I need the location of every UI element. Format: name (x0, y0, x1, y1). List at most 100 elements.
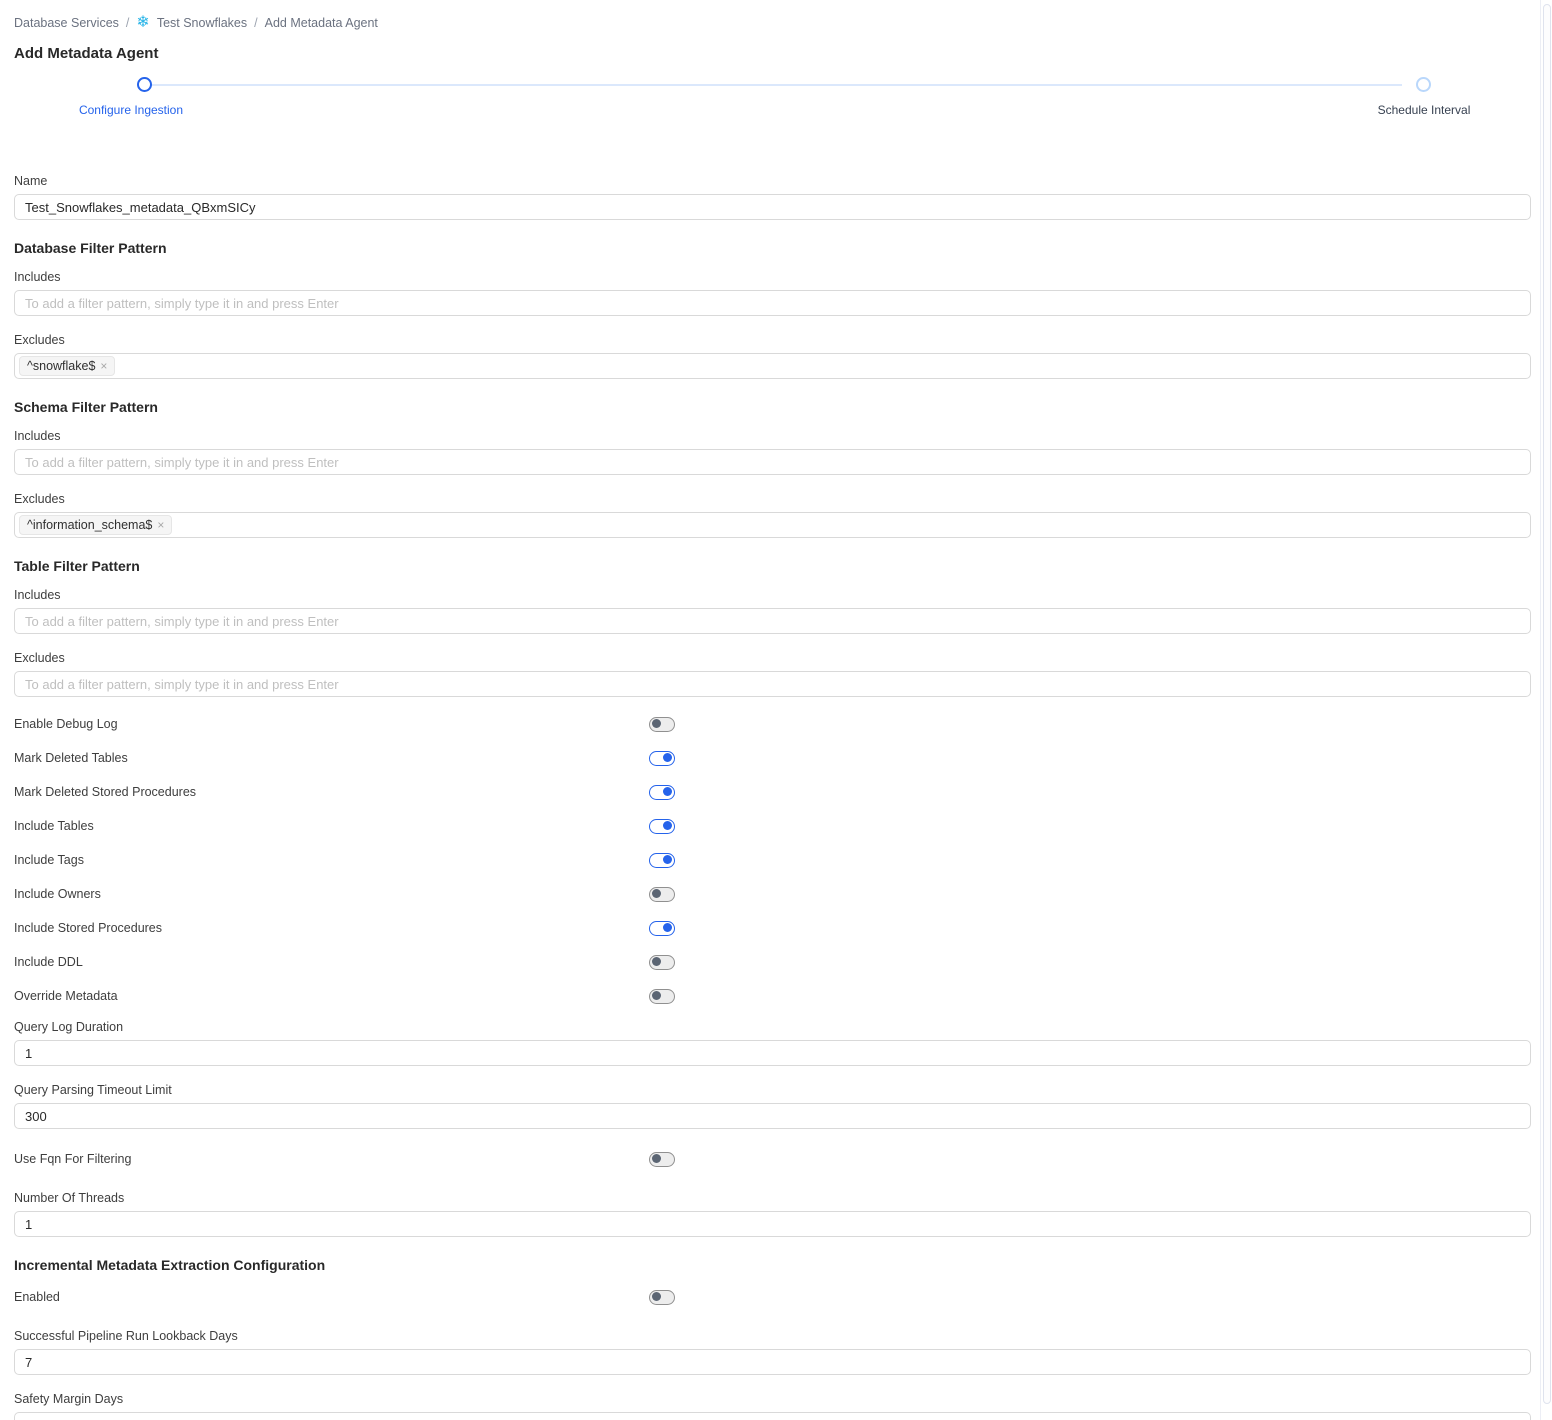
schema-includes-input[interactable] (14, 449, 1531, 475)
include-ddl-label: Include DDL (14, 955, 83, 969)
filter-chip: ^snowflake$ × (19, 356, 116, 376)
include-tags-label: Include Tags (14, 853, 84, 867)
table-excludes-label: Excludes (14, 651, 65, 665)
scrollbar-thumb[interactable] (1543, 4, 1551, 1404)
table-includes-label: Includes (14, 588, 61, 602)
include-tags-row: Include Tags (14, 850, 1531, 870)
boolean-options-block: Enable Debug Log Mark Deleted Tables Mar… (14, 714, 1531, 1006)
enable-debug-log-row: Enable Debug Log (14, 714, 1531, 734)
mark-deleted-tables-toggle[interactable] (649, 750, 675, 766)
step-configure-ingestion-label: Configure Ingestion (78, 103, 184, 117)
number-of-threads-group: Number Of Threads (14, 1191, 1531, 1237)
step-schedule-interval-label: Schedule Interval (1377, 103, 1471, 117)
table-includes-input[interactable] (14, 608, 1531, 634)
include-stored-procedures-row: Include Stored Procedures (14, 918, 1531, 938)
metadata-agent-form: Name Database Filter Pattern Includes Ex… (14, 174, 1531, 1420)
schema-includes-group: Includes (14, 429, 1531, 475)
table-excludes-input[interactable] (14, 671, 1531, 697)
mark-deleted-stored-procedures-row: Mark Deleted Stored Procedures (14, 782, 1531, 802)
database-excludes-label: Excludes (14, 333, 65, 347)
toggle-knob (663, 753, 672, 762)
query-parsing-timeout-group: Query Parsing Timeout Limit (14, 1083, 1531, 1129)
table-filter-pattern-heading: Table Filter Pattern (14, 558, 140, 574)
query-log-duration-group: Query Log Duration (14, 1020, 1531, 1066)
database-excludes-input[interactable]: ^snowflake$ × (14, 353, 1531, 379)
safety-margin-days-label: Safety Margin Days (14, 1392, 124, 1406)
query-log-duration-label: Query Log Duration (14, 1020, 124, 1034)
add-metadata-agent-page: Database Services / ❄ Test Snowflakes / … (0, 0, 1552, 1420)
remove-chip-icon[interactable]: × (157, 519, 164, 531)
toggle-knob (652, 1292, 661, 1301)
breadcrumb-separator: / (254, 16, 258, 30)
safety-margin-days-input[interactable] (14, 1412, 1531, 1420)
include-stored-procedures-toggle[interactable] (649, 920, 675, 936)
toggle-knob (652, 957, 661, 966)
number-of-threads-label: Number Of Threads (14, 1191, 125, 1205)
query-log-duration-input[interactable] (14, 1040, 1531, 1066)
enable-debug-log-toggle[interactable] (649, 716, 675, 732)
schema-filter-pattern-heading: Schema Filter Pattern (14, 399, 158, 415)
schema-excludes-input[interactable]: ^information_schema$ × (14, 512, 1531, 538)
lookback-days-group: Successful Pipeline Run Lookback Days (14, 1329, 1531, 1375)
include-ddl-row: Include DDL (14, 952, 1531, 972)
incremental-extraction-heading: Incremental Metadata Extraction Configur… (14, 1257, 326, 1273)
name-label: Name (14, 174, 48, 188)
include-ddl-toggle[interactable] (649, 954, 675, 970)
toggle-knob (652, 719, 661, 728)
lookback-days-label: Successful Pipeline Run Lookback Days (14, 1329, 238, 1343)
scrollbar-track (1540, 0, 1552, 1420)
override-metadata-toggle[interactable] (649, 988, 675, 1004)
schema-excludes-group: Excludes ^information_schema$ × (14, 492, 1531, 538)
toggle-knob (652, 889, 661, 898)
page-title: Add Metadata Agent (14, 45, 159, 62)
override-metadata-row: Override Metadata (14, 986, 1531, 1006)
filter-chip-text: ^snowflake$ (27, 359, 96, 373)
query-parsing-timeout-input[interactable] (14, 1103, 1531, 1129)
incremental-enabled-toggle[interactable] (649, 1289, 675, 1305)
breadcrumb-separator: / (125, 16, 130, 30)
wizard-stepper: Configure Ingestion Schedule Interval (14, 71, 1531, 119)
enable-debug-log-label: Enable Debug Log (14, 717, 118, 731)
mark-deleted-tables-label: Mark Deleted Tables (14, 751, 128, 765)
use-fqn-for-filtering-label: Use Fqn For Filtering (14, 1152, 132, 1166)
schema-excludes-label: Excludes (14, 492, 65, 506)
include-tables-toggle[interactable] (649, 818, 675, 834)
lookback-days-input[interactable] (14, 1349, 1531, 1375)
name-input[interactable] (14, 194, 1531, 220)
database-includes-input[interactable] (14, 290, 1531, 316)
number-of-threads-input[interactable] (14, 1211, 1531, 1237)
mark-deleted-tables-row: Mark Deleted Tables (14, 748, 1531, 768)
step-schedule-interval-circle (1416, 77, 1431, 92)
filter-chip: ^information_schema$ × (19, 515, 173, 535)
incremental-enabled-row: Enabled (14, 1287, 1531, 1307)
breadcrumb-service-name[interactable]: Test Snowflakes (157, 16, 247, 30)
mark-deleted-stored-procedures-toggle[interactable] (649, 784, 675, 800)
table-excludes-group: Excludes (14, 651, 1531, 697)
mark-deleted-stored-procedures-label: Mark Deleted Stored Procedures (14, 785, 197, 799)
include-tags-toggle[interactable] (649, 852, 675, 868)
table-includes-group: Includes (14, 588, 1531, 634)
toggle-knob (663, 787, 672, 796)
query-parsing-timeout-label: Query Parsing Timeout Limit (14, 1083, 172, 1097)
include-owners-label: Include Owners (14, 887, 101, 901)
override-metadata-label: Override Metadata (14, 989, 118, 1003)
name-field-group: Name (14, 174, 1531, 220)
use-fqn-for-filtering-toggle[interactable] (649, 1151, 675, 1167)
remove-chip-icon[interactable]: × (100, 360, 107, 372)
use-fqn-for-filtering-row: Use Fqn For Filtering (14, 1149, 1531, 1169)
database-includes-label: Includes (14, 270, 61, 284)
database-excludes-group: Excludes ^snowflake$ × (14, 333, 1531, 379)
include-owners-toggle[interactable] (649, 886, 675, 902)
breadcrumb-database-services[interactable]: Database Services (14, 16, 119, 30)
schema-includes-label: Includes (14, 429, 61, 443)
incremental-enabled-label: Enabled (14, 1290, 60, 1304)
toggle-knob (652, 1154, 661, 1163)
stepper-line (140, 84, 1402, 86)
snowflake-icon: ❄ (136, 14, 150, 31)
include-stored-procedures-label: Include Stored Procedures (14, 921, 163, 935)
step-configure-ingestion-circle (137, 77, 152, 92)
toggle-knob (663, 923, 672, 932)
toggle-knob (663, 855, 672, 864)
filter-chip-text: ^information_schema$ (27, 518, 153, 532)
breadcrumb-current: Add Metadata Agent (264, 16, 378, 30)
